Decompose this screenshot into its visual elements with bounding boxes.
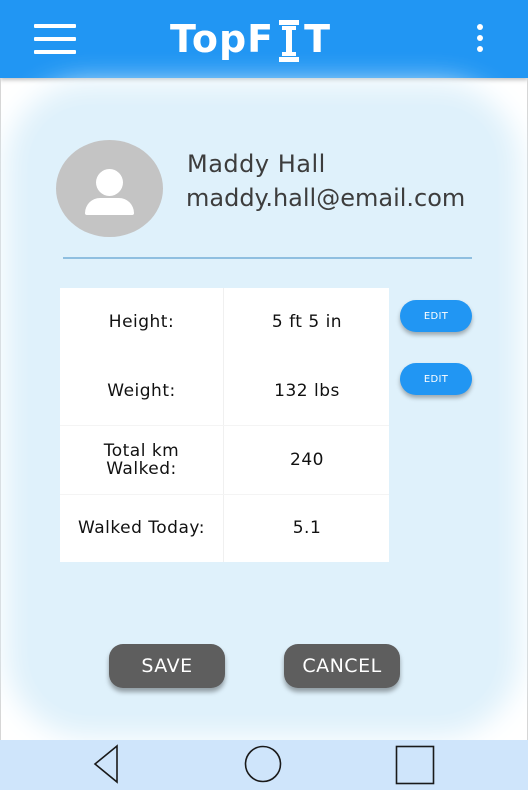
- stat-value: 5.1: [292, 518, 322, 539]
- hamburger-menu-icon[interactable]: [34, 24, 76, 54]
- person-icon-body: [85, 198, 134, 215]
- user-name: Maddy Hall: [187, 150, 326, 178]
- edit-weight-button[interactable]: EDIT: [400, 363, 472, 395]
- more-vert-icon[interactable]: [472, 22, 488, 56]
- cancel-button[interactable]: CANCEL: [284, 644, 400, 688]
- back-triangle-icon[interactable]: [92, 743, 120, 785]
- app-bar: TopF T: [0, 0, 528, 78]
- stat-row-walked-today: Walked Today: 5.1: [60, 493, 389, 562]
- stat-value: 132 lbs: [274, 380, 340, 401]
- logo-text-right: T: [304, 17, 332, 61]
- edit-height-button[interactable]: EDIT: [400, 300, 472, 332]
- stat-row-total-km: Total km Walked: 240: [60, 425, 389, 494]
- stat-row-height: Height: 5 ft 5 in: [60, 288, 389, 357]
- person-icon-head: [96, 169, 123, 196]
- save-button[interactable]: SAVE: [109, 644, 225, 688]
- stat-row-weight: Weight: 132 lbs: [60, 356, 389, 425]
- divider: [63, 257, 472, 259]
- logo-text-left: TopF: [170, 17, 275, 61]
- app-logo: TopF T: [170, 14, 331, 64]
- stat-value: 5 ft 5 in: [271, 312, 343, 333]
- dumbbell-icon: [279, 20, 300, 62]
- stat-value: 240: [290, 449, 324, 470]
- home-circle-icon[interactable]: [244, 745, 282, 783]
- stat-label: Total km Walked:: [60, 426, 224, 494]
- user-email: maddy.hall@email.com: [186, 184, 466, 212]
- stat-label: Walked Today:: [60, 494, 224, 562]
- recent-apps-square-icon[interactable]: [395, 745, 435, 785]
- stats-table: Height: 5 ft 5 in Weight: 132 lbs Total …: [60, 288, 389, 562]
- stat-label-text: Total km Walked:: [103, 440, 180, 479]
- avatar: [56, 140, 163, 237]
- stat-label: Height:: [60, 288, 224, 357]
- stat-label: Weight:: [60, 356, 224, 425]
